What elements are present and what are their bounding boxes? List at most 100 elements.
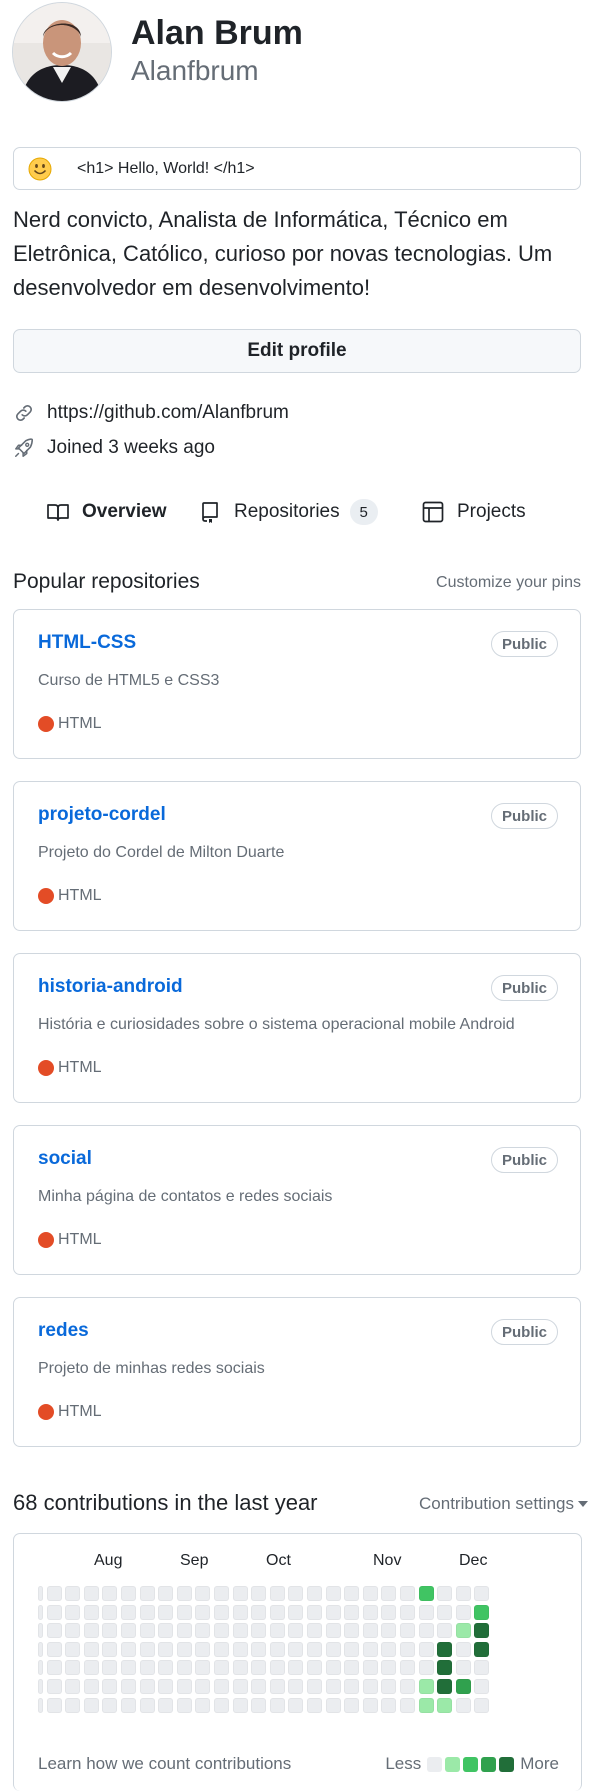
repo-name-link[interactable]: projeto-cordel — [38, 804, 166, 826]
contribution-day-cell[interactable] — [38, 1679, 43, 1694]
contribution-day-cell[interactable] — [455, 1623, 471, 1639]
contribution-day-cell[interactable] — [381, 1623, 397, 1639]
contribution-day-cell[interactable] — [418, 1623, 434, 1639]
contribution-day-cell[interactable] — [344, 1679, 360, 1694]
contribution-day-cell[interactable] — [418, 1586, 434, 1601]
contribution-day-cell[interactable] — [362, 1679, 378, 1694]
contribution-day-cell[interactable] — [139, 1660, 155, 1676]
contribution-day-cell[interactable] — [38, 1641, 43, 1657]
contribution-day-cell[interactable] — [400, 1604, 415, 1620]
contribution-day-cell[interactable] — [232, 1623, 248, 1639]
contribution-day-cell[interactable] — [400, 1697, 415, 1713]
contribution-day-cell[interactable] — [251, 1604, 267, 1620]
contribution-day-cell[interactable] — [307, 1604, 322, 1620]
contribution-day-cell[interactable] — [251, 1623, 267, 1639]
contribution-day-cell[interactable] — [46, 1586, 62, 1601]
contribution-day-cell[interactable] — [176, 1697, 192, 1713]
contribution-day-cell[interactable] — [46, 1679, 62, 1694]
contribution-day-cell[interactable] — [83, 1697, 99, 1713]
contribution-day-cell[interactable] — [362, 1586, 378, 1601]
contribution-day-cell[interactable] — [83, 1604, 99, 1620]
contribution-day-cell[interactable] — [121, 1604, 136, 1620]
contribution-day-cell[interactable] — [307, 1623, 322, 1639]
contribution-day-cell[interactable] — [381, 1604, 397, 1620]
website-link[interactable]: https://github.com/Alanfbrum — [47, 402, 289, 424]
repo-name-link[interactable]: social — [38, 1148, 92, 1170]
contribution-day-cell[interactable] — [325, 1586, 341, 1601]
contribution-day-cell[interactable] — [400, 1586, 415, 1601]
contribution-day-cell[interactable] — [288, 1623, 304, 1639]
contribution-day-cell[interactable] — [214, 1586, 229, 1601]
contribution-day-cell[interactable] — [65, 1586, 81, 1601]
contribution-day-cell[interactable] — [455, 1641, 471, 1657]
contribution-day-cell[interactable] — [418, 1679, 434, 1694]
contribution-day-cell[interactable] — [437, 1697, 453, 1713]
contribution-day-cell[interactable] — [344, 1623, 360, 1639]
contribution-day-cell[interactable] — [344, 1604, 360, 1620]
contribution-day-cell[interactable] — [418, 1660, 434, 1676]
contribution-day-cell[interactable] — [437, 1586, 453, 1601]
learn-contributions-link[interactable]: Learn how we count contributions — [38, 1754, 291, 1774]
contribution-day-cell[interactable] — [176, 1623, 192, 1639]
contribution-day-cell[interactable] — [288, 1604, 304, 1620]
contribution-day-cell[interactable] — [121, 1623, 136, 1639]
contribution-day-cell[interactable] — [195, 1623, 211, 1639]
contribution-day-cell[interactable] — [288, 1641, 304, 1657]
contribution-day-cell[interactable] — [381, 1697, 397, 1713]
contribution-day-cell[interactable] — [437, 1604, 453, 1620]
contribution-day-cell[interactable] — [307, 1641, 322, 1657]
contribution-day-cell[interactable] — [400, 1679, 415, 1694]
contribution-day-cell[interactable] — [400, 1641, 415, 1657]
contribution-day-cell[interactable] — [195, 1586, 211, 1601]
contribution-day-cell[interactable] — [269, 1604, 285, 1620]
contribution-day-cell[interactable] — [437, 1679, 453, 1694]
contribution-day-cell[interactable] — [344, 1697, 360, 1713]
contribution-day-cell[interactable] — [83, 1623, 99, 1639]
contribution-day-cell[interactable] — [176, 1604, 192, 1620]
contribution-day-cell[interactable] — [437, 1623, 453, 1639]
contribution-day-cell[interactable] — [362, 1604, 378, 1620]
tab-projects[interactable]: Projects — [421, 492, 526, 532]
contribution-day-cell[interactable] — [344, 1660, 360, 1676]
contribution-day-cell[interactable] — [325, 1679, 341, 1694]
contribution-day-cell[interactable] — [474, 1623, 490, 1639]
contribution-day-cell[interactable] — [251, 1679, 267, 1694]
contribution-day-cell[interactable] — [269, 1660, 285, 1676]
contribution-day-cell[interactable] — [121, 1679, 136, 1694]
tab-repositories[interactable]: Repositories 5 — [198, 492, 378, 532]
contribution-day-cell[interactable] — [307, 1679, 322, 1694]
contribution-day-cell[interactable] — [455, 1586, 471, 1601]
contribution-day-cell[interactable] — [102, 1697, 118, 1713]
contribution-day-cell[interactable] — [158, 1586, 174, 1601]
contribution-day-cell[interactable] — [288, 1660, 304, 1676]
repo-name-link[interactable]: historia-android — [38, 976, 183, 998]
avatar[interactable] — [12, 2, 112, 102]
contribution-day-cell[interactable] — [455, 1604, 471, 1620]
contribution-settings-dropdown[interactable]: Contribution settings — [419, 1494, 588, 1514]
contribution-day-cell[interactable] — [269, 1697, 285, 1713]
contribution-day-cell[interactable] — [65, 1679, 81, 1694]
contribution-day-cell[interactable] — [102, 1660, 118, 1676]
contribution-day-cell[interactable] — [381, 1586, 397, 1601]
contribution-day-cell[interactable] — [121, 1660, 136, 1676]
contribution-day-cell[interactable] — [437, 1660, 453, 1676]
contribution-day-cell[interactable] — [121, 1586, 136, 1601]
contribution-day-cell[interactable] — [195, 1604, 211, 1620]
contribution-day-cell[interactable] — [46, 1623, 62, 1639]
contribution-day-cell[interactable] — [83, 1679, 99, 1694]
contribution-day-cell[interactable] — [121, 1697, 136, 1713]
contribution-day-cell[interactable] — [46, 1660, 62, 1676]
contribution-day-cell[interactable] — [83, 1586, 99, 1601]
contribution-day-cell[interactable] — [38, 1586, 43, 1601]
contribution-day-cell[interactable] — [232, 1697, 248, 1713]
tab-overview[interactable]: Overview — [46, 492, 167, 532]
contribution-day-cell[interactable] — [232, 1586, 248, 1601]
contribution-day-cell[interactable] — [307, 1697, 322, 1713]
contribution-day-cell[interactable] — [455, 1697, 471, 1713]
contribution-day-cell[interactable] — [83, 1641, 99, 1657]
contribution-day-cell[interactable] — [362, 1697, 378, 1713]
contribution-day-cell[interactable] — [269, 1679, 285, 1694]
contribution-day-cell[interactable] — [214, 1697, 229, 1713]
contribution-day-cell[interactable] — [325, 1660, 341, 1676]
contribution-day-cell[interactable] — [381, 1679, 397, 1694]
